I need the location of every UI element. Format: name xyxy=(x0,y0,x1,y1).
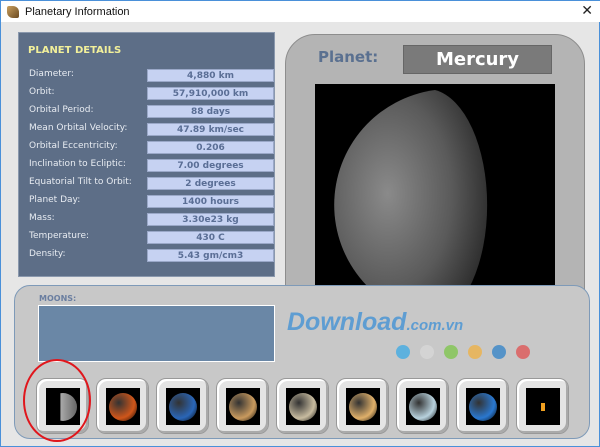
detail-label: Orbital Eccentricity: xyxy=(29,141,118,151)
watermark-dot xyxy=(444,345,458,359)
detail-value: 1400 hours xyxy=(147,195,274,208)
detail-label: Mass: xyxy=(29,213,55,223)
detail-row: Density: 5.43 gm/cm3 xyxy=(29,249,274,263)
detail-value: 430 C xyxy=(147,231,274,244)
detail-label: Temperature: xyxy=(29,231,90,241)
venus-thumbnail xyxy=(106,388,140,425)
planet-button-uranus[interactable] xyxy=(396,378,449,434)
planet-button-mars[interactable] xyxy=(216,378,269,434)
planet-name: Mercury xyxy=(403,45,552,74)
planet-button-earth[interactable] xyxy=(156,378,209,434)
detail-row: Temperature: 430 C xyxy=(29,231,274,245)
watermark-dot xyxy=(516,345,530,359)
pluto-thumbnail xyxy=(526,388,560,425)
detail-label: Density: xyxy=(29,249,66,259)
planet-label: Planet: xyxy=(318,48,379,66)
watermark-suffix: .com.vn xyxy=(406,317,464,334)
detail-value: 2 degrees xyxy=(147,177,274,190)
details-heading: PLANET DETAILS xyxy=(28,45,122,56)
detail-value: 47.89 km/sec xyxy=(147,123,274,136)
detail-label: Orbit: xyxy=(29,87,55,97)
mars-thumbnail xyxy=(226,388,260,425)
detail-value: 4,880 km xyxy=(147,69,274,82)
uranus-thumbnail xyxy=(406,388,440,425)
moons-label: MOONS: xyxy=(39,294,77,303)
watermark-dot xyxy=(420,345,434,359)
detail-row: Equatorial Tilt to Orbit: 2 degrees xyxy=(29,177,274,191)
planet-button-neptune[interactable] xyxy=(456,378,509,434)
app-icon xyxy=(7,5,19,18)
detail-row: Inclination to Ecliptic: 7.00 degrees xyxy=(29,159,274,173)
planet-button-venus[interactable] xyxy=(96,378,149,434)
detail-label: Diameter: xyxy=(29,69,74,79)
detail-row: Planet Day: 1400 hours xyxy=(29,195,274,209)
title-bar: Planetary Information ✕ xyxy=(1,1,600,22)
detail-row: Orbital Eccentricity: 0.206 xyxy=(29,141,274,155)
planet-details-panel: PLANET DETAILS Diameter: 4,880 km Orbit: 57… xyxy=(18,32,275,277)
earth-thumbnail xyxy=(166,388,200,425)
neptune-thumbnail xyxy=(466,388,500,425)
planet-button-saturn[interactable] xyxy=(336,378,389,434)
window-title: Planetary Information xyxy=(25,5,130,18)
saturn-thumbnail xyxy=(346,388,380,425)
selection-highlight-ring xyxy=(23,359,91,442)
moons-list[interactable] xyxy=(38,305,275,362)
detail-row: Diameter: 4,880 km xyxy=(29,69,274,83)
close-icon[interactable]: ✕ xyxy=(581,3,593,19)
detail-value: 3.30e23 kg xyxy=(147,213,274,226)
detail-row: Mean Orbital Velocity: 47.89 km/sec xyxy=(29,123,274,137)
watermark-dot xyxy=(396,345,410,359)
jupiter-thumbnail xyxy=(286,388,320,425)
detail-label: Equatorial Tilt to Orbit: xyxy=(29,177,132,187)
detail-value: 7.00 degrees xyxy=(147,159,274,172)
detail-value: 0.206 xyxy=(147,141,274,154)
detail-row: Mass: 3.30e23 kg xyxy=(29,213,274,227)
detail-label: Mean Orbital Velocity: xyxy=(29,123,128,133)
detail-row: Orbital Period: 88 days xyxy=(29,105,274,119)
detail-value: 88 days xyxy=(147,105,274,118)
planet-button-jupiter[interactable] xyxy=(276,378,329,434)
detail-label: Planet Day: xyxy=(29,195,81,205)
watermark-text: Download xyxy=(287,308,407,336)
detail-value: 57,910,000 km xyxy=(147,87,274,100)
watermark-dot xyxy=(468,345,482,359)
watermark-dot xyxy=(492,345,506,359)
detail-row: Orbit: 57,910,000 km xyxy=(29,87,274,101)
detail-label: Inclination to Ecliptic: xyxy=(29,159,126,169)
detail-value: 5.43 gm/cm3 xyxy=(147,249,274,262)
planet-button-pluto[interactable] xyxy=(516,378,569,434)
detail-label: Orbital Period: xyxy=(29,105,94,115)
watermark: Download.com.vn xyxy=(287,308,463,337)
